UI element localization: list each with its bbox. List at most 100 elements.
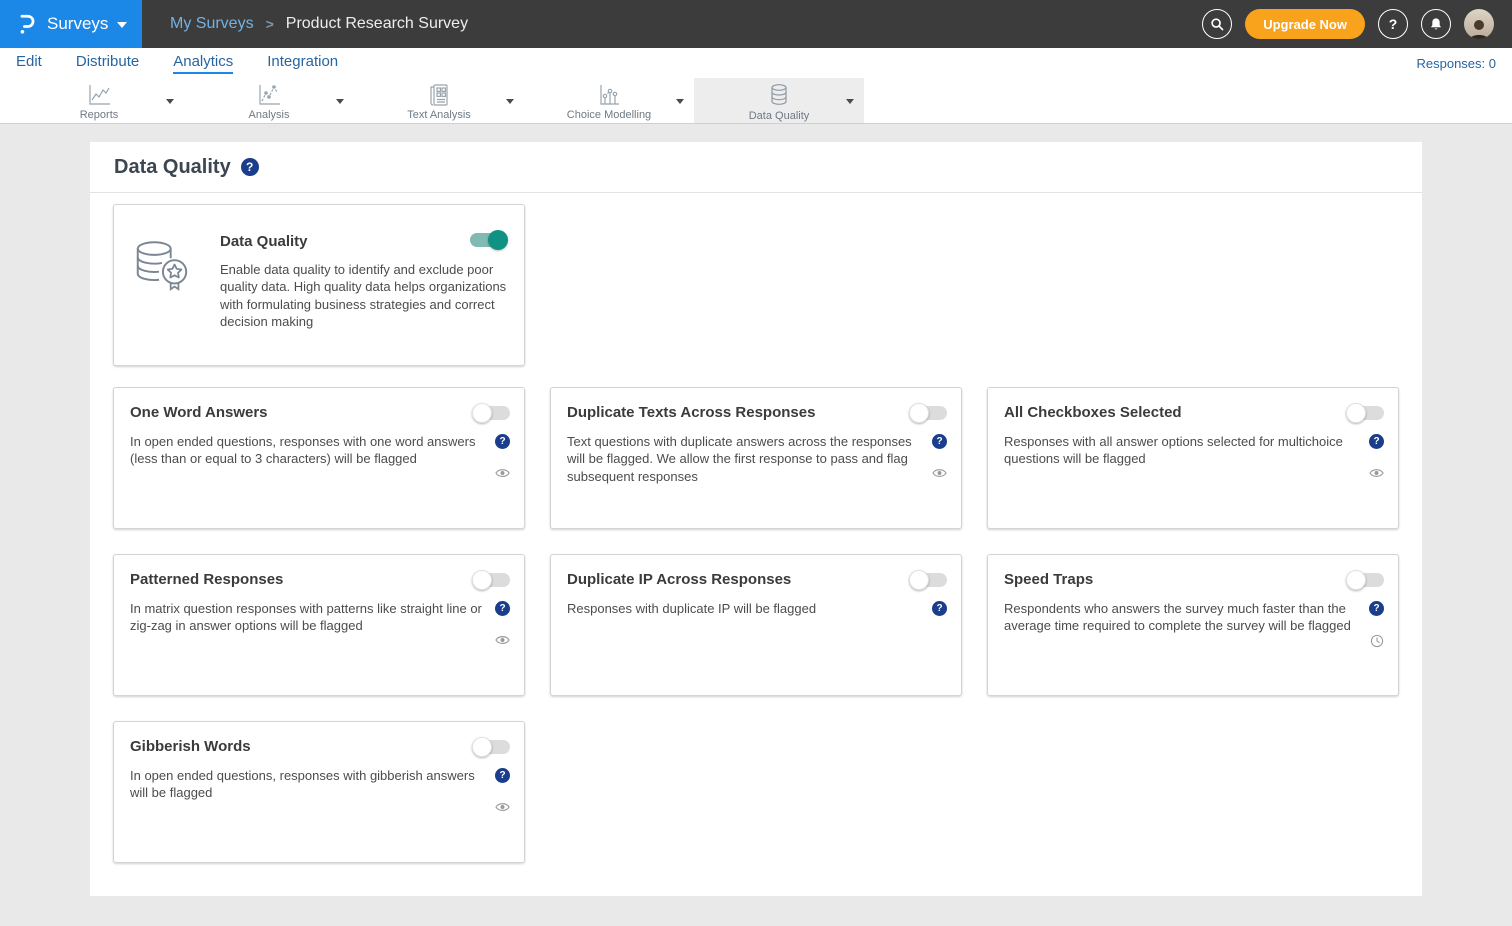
chevron-down-icon[interactable] xyxy=(506,99,514,104)
chevron-down-icon[interactable] xyxy=(166,99,174,104)
feature-toggle[interactable] xyxy=(1348,406,1384,420)
card-help-icon[interactable]: ? xyxy=(495,434,510,449)
feature-card: Gibberish Words In open ended questions,… xyxy=(113,721,525,863)
avatar[interactable] xyxy=(1464,9,1494,39)
card-title: Duplicate IP Across Responses xyxy=(567,571,945,588)
card-description: In matrix question responses with patter… xyxy=(130,600,482,635)
notifications-button[interactable] xyxy=(1421,9,1451,39)
tab-label: Choice Modelling xyxy=(567,109,651,121)
tab-choice-modelling[interactable]: Choice Modelling xyxy=(524,78,694,123)
dot-chart-icon xyxy=(596,83,622,107)
feature-toggle[interactable] xyxy=(474,406,510,420)
eye-icon[interactable] xyxy=(1369,467,1384,479)
toggle-knob xyxy=(472,403,492,423)
tab-reports[interactable]: Reports xyxy=(14,78,184,123)
card-title: All Checkboxes Selected xyxy=(1004,404,1382,421)
upgrade-now-button[interactable]: Upgrade Now xyxy=(1245,9,1365,39)
card-description: In open ended questions, responses with … xyxy=(130,767,482,802)
card-description: Enable data quality to identify and excl… xyxy=(220,261,508,331)
search-icon xyxy=(1210,17,1225,32)
card-help-icon[interactable]: ? xyxy=(1369,601,1384,616)
card-description: Respondents who answers the survey much … xyxy=(1004,600,1356,635)
eye-icon[interactable] xyxy=(495,467,510,479)
data-quality-toggle[interactable] xyxy=(470,233,506,247)
toggle-knob xyxy=(909,570,929,590)
chevron-down-icon xyxy=(117,22,127,28)
card-title: Patterned Responses xyxy=(130,571,508,588)
data-quality-panel: Data Quality ? xyxy=(90,142,1422,896)
document-grid-icon xyxy=(426,83,452,107)
eye-icon[interactable] xyxy=(495,801,510,813)
feature-card: One Word Answers In open ended questions… xyxy=(113,387,525,529)
search-button[interactable] xyxy=(1202,9,1232,39)
chevron-down-icon[interactable] xyxy=(676,99,684,104)
topbar: Surveys My Surveys > Product Research Su… xyxy=(0,0,1512,48)
toggle-knob xyxy=(909,403,929,423)
page-help-icon[interactable]: ? xyxy=(241,158,259,176)
bell-icon xyxy=(1429,17,1443,32)
feature-toggle[interactable] xyxy=(474,740,510,754)
product-switcher[interactable]: Surveys xyxy=(0,0,142,48)
feature-toggle[interactable] xyxy=(1348,573,1384,587)
tab-label: Analysis xyxy=(249,109,290,121)
card-title: Duplicate Texts Across Responses xyxy=(567,404,945,421)
card-help-icon[interactable]: ? xyxy=(495,601,510,616)
chevron-down-icon[interactable] xyxy=(336,99,344,104)
toggle-knob xyxy=(472,570,492,590)
eye-icon[interactable] xyxy=(932,467,947,479)
page-background: Data Quality ? xyxy=(0,124,1512,925)
card-help-icon[interactable]: ? xyxy=(932,601,947,616)
analytics-tabbar: Reports Analysis Text Analysis Choice Mo… xyxy=(0,78,1512,124)
breadcrumb-my-surveys[interactable]: My Surveys xyxy=(170,15,254,33)
question-mark-icon: ? xyxy=(1389,16,1398,32)
data-quality-master-card: Data Quality Enable data quality to iden… xyxy=(113,204,525,366)
tab-analysis[interactable]: Analysis xyxy=(184,78,354,123)
feature-card: Patterned Responses In matrix question r… xyxy=(113,554,525,696)
page-title: Data Quality xyxy=(114,156,231,179)
toggle-knob xyxy=(1346,570,1366,590)
card-description: Responses with all answer options select… xyxy=(1004,433,1356,468)
chevron-down-icon[interactable] xyxy=(846,99,854,104)
card-help-icon[interactable]: ? xyxy=(1369,434,1384,449)
card-help-icon[interactable]: ? xyxy=(932,434,947,449)
feature-card: Speed Traps Respondents who answers the … xyxy=(987,554,1399,696)
clock-icon[interactable] xyxy=(1370,634,1384,648)
breadcrumb-separator: > xyxy=(266,16,274,32)
feature-card: Duplicate IP Across Responses Responses … xyxy=(550,554,962,696)
feature-card: All Checkboxes Selected Responses with a… xyxy=(987,387,1399,529)
panel-header: Data Quality ? xyxy=(90,142,1422,193)
help-button[interactable]: ? xyxy=(1378,9,1408,39)
card-title: One Word Answers xyxy=(130,404,508,421)
feature-toggle[interactable] xyxy=(911,573,947,587)
feature-toggle[interactable] xyxy=(911,406,947,420)
database-badge-icon xyxy=(130,235,202,365)
responses-count: Responses: 0 xyxy=(1417,56,1497,71)
database-icon xyxy=(766,82,792,108)
nav-item-distribute[interactable]: Distribute xyxy=(76,53,139,74)
feature-card: Duplicate Texts Across Responses Text qu… xyxy=(550,387,962,529)
toggle-knob xyxy=(1346,403,1366,423)
feature-toggle[interactable] xyxy=(474,573,510,587)
card-title: Speed Traps xyxy=(1004,571,1382,588)
card-description: Text questions with duplicate answers ac… xyxy=(567,433,919,485)
card-title: Gibberish Words xyxy=(130,738,508,755)
tab-data-quality[interactable]: Data Quality xyxy=(694,78,864,123)
toggle-knob xyxy=(488,230,508,250)
survey-nav: Edit Distribute Analytics Integration Re… xyxy=(0,48,1512,78)
feature-cards-grid: One Word Answers In open ended questions… xyxy=(113,387,1399,863)
card-title: Data Quality xyxy=(220,233,508,250)
card-help-icon[interactable]: ? xyxy=(495,768,510,783)
nav-item-edit[interactable]: Edit xyxy=(16,53,42,74)
nav-item-analytics[interactable]: Analytics xyxy=(173,53,233,74)
tab-label: Reports xyxy=(80,109,119,121)
breadcrumb: My Surveys > Product Research Survey xyxy=(142,15,1202,33)
panel-body: Data Quality Enable data quality to iden… xyxy=(90,193,1422,896)
nav-item-integration[interactable]: Integration xyxy=(267,53,338,74)
questionpro-logo xyxy=(16,12,38,36)
card-description: Responses with duplicate IP will be flag… xyxy=(567,600,919,617)
tab-text-analysis[interactable]: Text Analysis xyxy=(354,78,524,123)
eye-icon[interactable] xyxy=(495,634,510,646)
breadcrumb-current: Product Research Survey xyxy=(286,15,468,33)
scatter-chart-icon xyxy=(256,83,282,107)
topbar-actions: Upgrade Now ? xyxy=(1202,9,1512,39)
